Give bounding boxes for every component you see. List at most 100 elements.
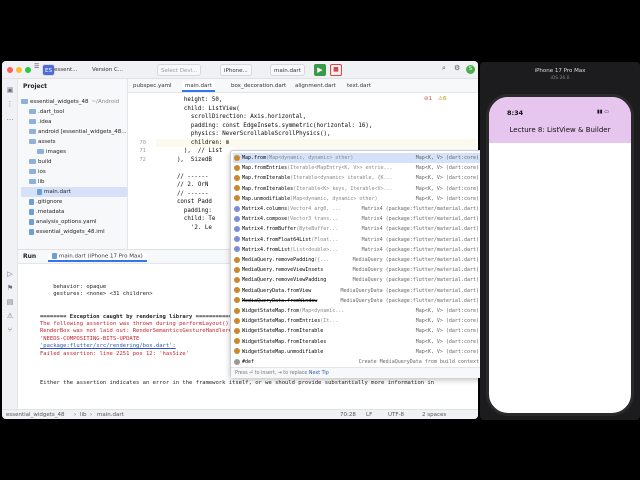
suggestion-item[interactable]: MediaQueryData.fromWindow MediaQueryData … [233,296,483,306]
tree-item[interactable]: build [21,157,127,167]
status-path-project[interactable]: essential_widgets_48 [6,410,64,419]
method-icon [234,317,240,324]
suggestion-item[interactable]: MediaQuery.removeViewInsets MediaQuery (p… [233,265,483,275]
suggestion-name: WidgetStateMap.fromEntries [242,318,321,325]
method-icon [234,246,240,253]
problems-icon[interactable]: ⚠ [5,311,15,321]
suggestion-item[interactable]: Map.unmodifiable(Map<dynamic, dynamic> o… [233,194,483,204]
code-line[interactable]: scrollDirection: Axis.horizontal, [156,113,476,122]
tree-item-label: .idea [38,119,52,125]
target-device[interactable]: iPhone... [220,64,252,76]
run-tool-icon[interactable]: ▷ [5,269,15,279]
suggestion-item[interactable]: Matrix4.fromFloat64List(Float... Matrix4 … [233,235,483,245]
menu-icon[interactable]: ☰ [34,63,39,70]
suggestion-item[interactable]: Map.fromIterables(Iterable<K> keys, Iter… [233,184,483,194]
suggestion-item[interactable]: WidgetStateMap.fromEntries(It... Map<K, V… [233,316,483,326]
tree-item[interactable]: .idea [21,117,127,127]
project-switcher[interactable]: essent... [54,64,77,76]
editor-tab[interactable]: box_decoration.dart [228,81,289,92]
close-window-button[interactable] [7,67,13,73]
next-tip-link[interactable]: Next Tip [309,371,329,376]
suggestion-item[interactable]: Matrix4.columns(Vector4 arg0, ... Matrix4… [233,204,483,214]
project-panel-title[interactable]: Project [23,83,47,90]
suggestion-name: Matrix4.compose [242,216,288,223]
tree-item[interactable]: images [21,147,127,157]
terminal-icon[interactable]: ▤ [5,297,15,307]
suggestion-item[interactable]: WidgetStateMap.unmodifiable Map<K, V> (da… [233,347,483,357]
structure-icon[interactable]: ⋮ [5,99,15,109]
code-line[interactable]: children: m [156,138,476,147]
editor-tab[interactable]: pubspec.yaml [130,81,175,92]
code-line[interactable]: padding: const EdgeInsets.symmetric(hori… [156,122,476,131]
method-icon [234,287,240,294]
stop-icon[interactable]: ■ [330,64,342,76]
code-line[interactable]: height: 50, [156,96,476,105]
gear-icon[interactable]: ⚙ [454,64,460,72]
method-icon [234,205,240,212]
folder-icon [29,129,36,134]
run-config[interactable]: main.dart [270,64,305,76]
completion-popup[interactable]: Map.from(Map<dynamic, dynamic> other) Map… [230,150,485,378]
tree-item-label: assets [38,139,56,145]
suggestion-item[interactable]: WidgetStateMap.from(Map<dynamic... Map<K,… [233,306,483,316]
run-icon[interactable]: ▶ [314,64,326,76]
tree-item[interactable]: .metadata [21,207,127,217]
suggestion-item[interactable]: Matrix4.fromBuffer(ByteBuffer... Matrix4 … [233,224,483,234]
suggestion-item[interactable]: Matrix4.fromList(List<double>... Matrix4 … [233,245,483,255]
run-panel-title[interactable]: Run [23,253,36,260]
tree-item[interactable]: main.dart [21,187,127,197]
more-icon[interactable]: … [5,113,15,123]
status-path-lib[interactable]: lib [80,410,87,419]
method-icon [234,256,240,263]
suggestion-item[interactable]: WidgetStateMap.fromIterable Map<K, V> (da… [233,326,483,336]
tree-item[interactable]: .dart_tool [21,107,127,117]
maximize-window-button[interactable] [25,67,31,73]
file-icon [37,188,42,195]
tree-item[interactable]: analysis_options.yaml [21,217,127,227]
phone-screen[interactable]: 8:34 ▮▮ ▭ Lecture 8: ListView & Builder [486,94,634,416]
suggestion-item[interactable]: #def Create MediaQueryData from build con… [233,357,483,367]
code-line[interactable]: physics: NeverScrollableScrollPhysics(), [156,130,476,139]
avatar[interactable]: S [466,65,475,74]
tree-item[interactable]: android [essential_widgets_48... [21,127,127,137]
line-number [128,130,146,139]
device-selector[interactable]: Select Devi... [157,64,202,76]
tree-item[interactable]: assets [21,137,127,147]
tree-item[interactable]: lib [21,177,127,187]
vcs-menu[interactable]: Version C... [92,64,123,76]
indent-setting[interactable]: 2 spaces [422,410,446,419]
suggestion-item[interactable]: MediaQuery.removePadding({... MediaQuery … [233,255,483,265]
cursor-position[interactable]: 70:28 [340,410,356,419]
suggestion-item[interactable]: WidgetStateMap.fromIterables Map<K, V> (d… [233,337,483,347]
editor-tab[interactable]: main.dart [182,81,215,92]
folder-icon[interactable]: ▣ [5,85,15,95]
line-number [128,173,146,182]
method-icon [234,225,240,232]
line-separator[interactable]: LF [366,410,372,419]
suggestion-item[interactable]: Map.fromEntries(Iterable<MapEntry<K, V>>… [233,163,483,173]
tree-item-label: .metadata [36,209,65,215]
suggestion-list: Map.from(Map<dynamic, dynamic> other) Map… [231,153,484,367]
file-encoding[interactable]: UTF-8 [388,410,404,419]
suggestion-item[interactable]: Map.fromIterable(Iterable<dynamic> itera… [233,173,483,183]
search-icon[interactable]: ⌕ [442,64,446,73]
editor-tab[interactable]: alignment.dart [292,81,339,92]
tree-item[interactable]: essential_widgets_48 ~/Android [21,97,127,107]
run-tab[interactable]: main.dart (iPhone 17 Pro Max) [48,253,147,262]
tree-item[interactable]: ios [21,167,127,177]
editor-tab[interactable]: text.dart [344,81,374,92]
line-number: 71 [139,148,146,154]
suggestion-item[interactable]: Map.from(Map<dynamic, dynamic> other) Map… [233,153,483,164]
suggestion-item[interactable]: MediaQueryData.fromView MediaQueryData (p… [233,286,483,296]
suggestion-item[interactable]: Matrix4.compose(Vector3 trans... Matrix4 … [233,214,483,224]
minimize-window-button[interactable] [16,67,22,73]
code-line[interactable]: child: ListView( [156,105,476,114]
suggestion-name: Matrix4.fromBuffer [242,226,297,233]
debug-icon[interactable]: ⚑ [5,283,15,293]
file-icon [29,198,34,205]
git-icon[interactable]: ⑂ [5,325,15,335]
tree-item[interactable]: .gitignore [21,197,127,207]
suggestion-item[interactable]: MediaQuery.removeViewPadding MediaQuery (… [233,275,483,285]
tree-item[interactable]: essential_widgets_48.iml [21,227,127,237]
status-path-file[interactable]: main.dart [97,410,124,419]
